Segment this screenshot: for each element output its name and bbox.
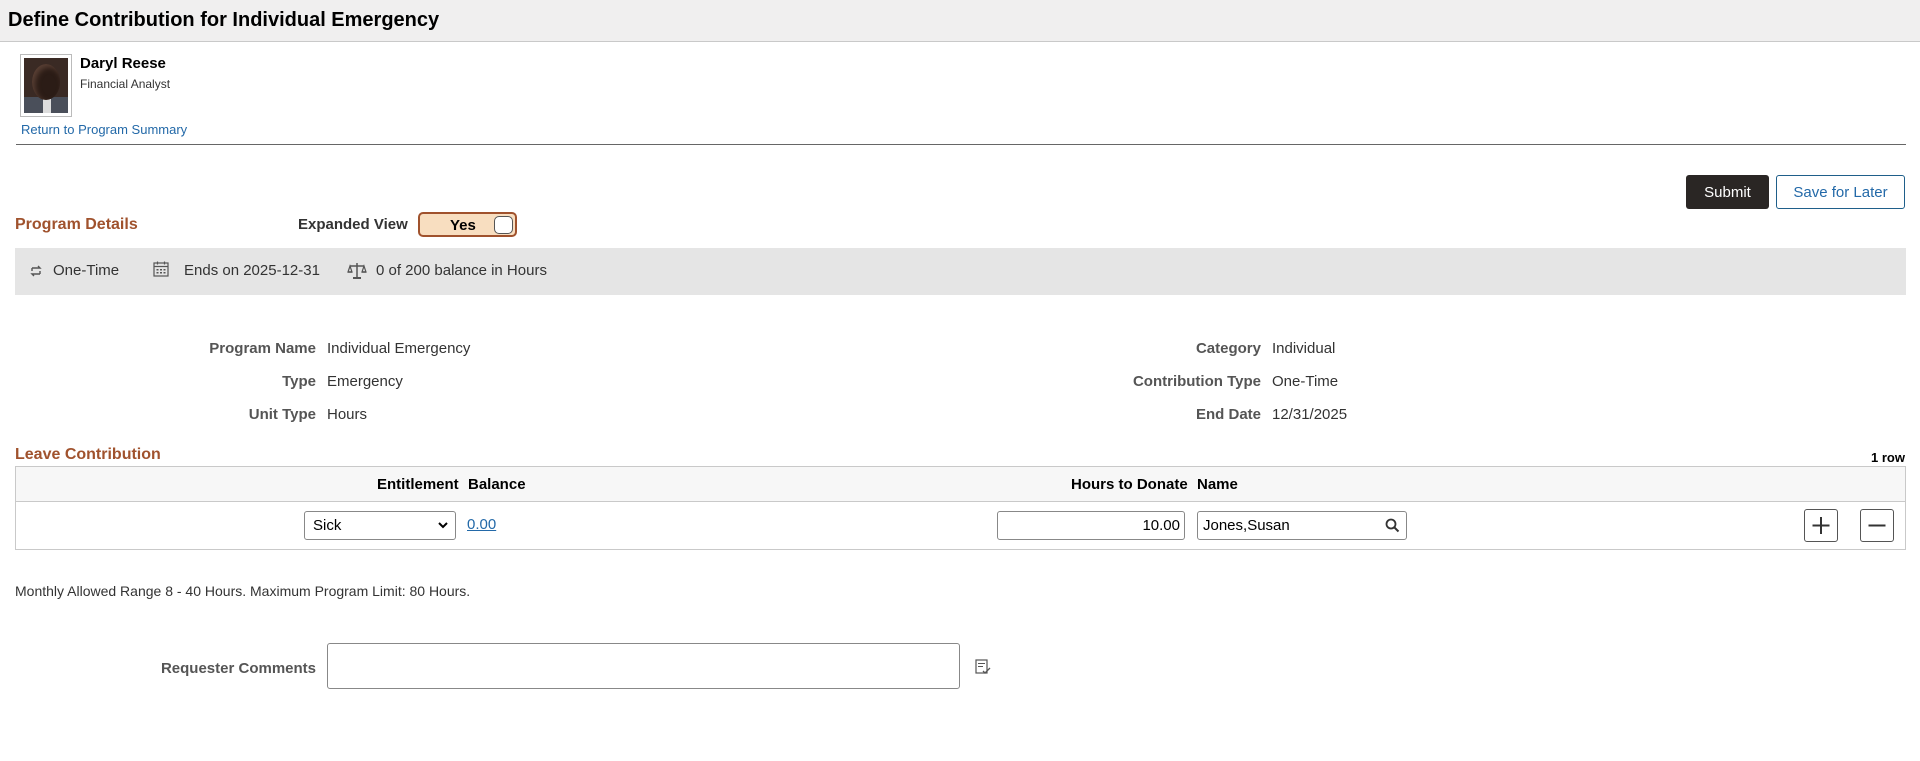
contribution-type-value: One-Time bbox=[1272, 373, 1339, 390]
contribution-limits-note: Monthly Allowed Range 8 - 40 Hours. Maxi… bbox=[15, 583, 471, 599]
expanded-view-value: Yes bbox=[450, 217, 476, 234]
program-name-label: Program Name bbox=[209, 340, 316, 357]
type-label: Type bbox=[282, 373, 316, 390]
unit-type-label: Unit Type bbox=[248, 406, 316, 423]
entitlement-selected-value: Sick bbox=[313, 517, 342, 534]
return-to-program-summary-link[interactable]: Return to Program Summary bbox=[21, 122, 187, 137]
requester-comments-textarea[interactable] bbox=[327, 643, 960, 689]
expanded-view-label: Expanded View bbox=[298, 216, 408, 233]
spellcheck-icon[interactable] bbox=[975, 659, 991, 675]
category-label: Category bbox=[1195, 340, 1261, 357]
chevron-down-icon bbox=[438, 522, 448, 529]
grid-header: Entitlement Balance Hours to Donate Name bbox=[16, 467, 1905, 502]
hours-to-donate-column-header: Hours to Donate bbox=[1071, 476, 1188, 493]
add-row-button[interactable] bbox=[1804, 509, 1838, 542]
row-count: 1 row bbox=[1871, 450, 1905, 465]
plus-icon bbox=[1812, 517, 1830, 534]
name-input-value: Jones,Susan bbox=[1203, 517, 1290, 534]
program-summary-bar: One-Time Ends on 2025-12-31 0 of 200 bal… bbox=[15, 248, 1906, 295]
category-value: Individual bbox=[1272, 340, 1336, 357]
repeat-icon bbox=[30, 265, 42, 277]
leave-contribution-grid: Entitlement Balance Hours to Donate Name bbox=[15, 466, 1906, 550]
page-header: Define Contribution for Individual Emerg… bbox=[0, 0, 1920, 42]
hours-to-donate-input[interactable]: 10.00 bbox=[997, 511, 1185, 540]
employee-job-title: Financial Analyst bbox=[80, 77, 171, 91]
end-date-value: 12/31/2025 bbox=[1272, 406, 1348, 423]
end-date-label: End Date bbox=[1195, 406, 1261, 423]
entitlement-select[interactable]: Sick bbox=[304, 511, 456, 540]
search-icon[interactable] bbox=[1385, 518, 1400, 533]
balance-link[interactable]: 0.00 bbox=[467, 516, 496, 533]
balance-column-header: Balance bbox=[468, 476, 526, 493]
scale-icon bbox=[347, 263, 367, 279]
name-column-header: Name bbox=[1197, 476, 1238, 493]
ends-on-text: Ends on 2025-12-31 bbox=[184, 262, 320, 279]
employee-name: Daryl Reese bbox=[80, 55, 166, 72]
contribution-type-label: Contribution Type bbox=[1132, 373, 1261, 390]
program-name-value: Individual Emergency bbox=[327, 340, 471, 357]
calendar-icon bbox=[153, 261, 169, 277]
balance-text: 0 of 200 balance in Hours bbox=[376, 262, 547, 279]
requester-comments-label: Requester Comments bbox=[160, 660, 316, 677]
header-divider bbox=[16, 144, 1906, 145]
save-for-later-button[interactable]: Save for Later bbox=[1776, 175, 1905, 209]
name-input[interactable]: Jones,Susan bbox=[1197, 511, 1407, 540]
expanded-view-toggle[interactable]: Yes bbox=[418, 212, 517, 237]
frequency-text: One-Time bbox=[53, 262, 120, 279]
employee-photo bbox=[20, 54, 72, 117]
unit-type-value: Hours bbox=[327, 406, 368, 423]
delete-row-button[interactable] bbox=[1860, 509, 1894, 542]
page-title: Define Contribution for Individual Emerg… bbox=[8, 9, 440, 31]
toggle-knob bbox=[494, 216, 513, 234]
program-details-title: Program Details bbox=[15, 216, 138, 233]
submit-button[interactable]: Submit bbox=[1686, 175, 1769, 209]
entitlement-column-header: Entitlement bbox=[377, 476, 459, 493]
leave-contribution-title: Leave Contribution bbox=[15, 446, 161, 463]
minus-icon bbox=[1868, 524, 1886, 527]
type-value: Emergency bbox=[327, 373, 403, 390]
